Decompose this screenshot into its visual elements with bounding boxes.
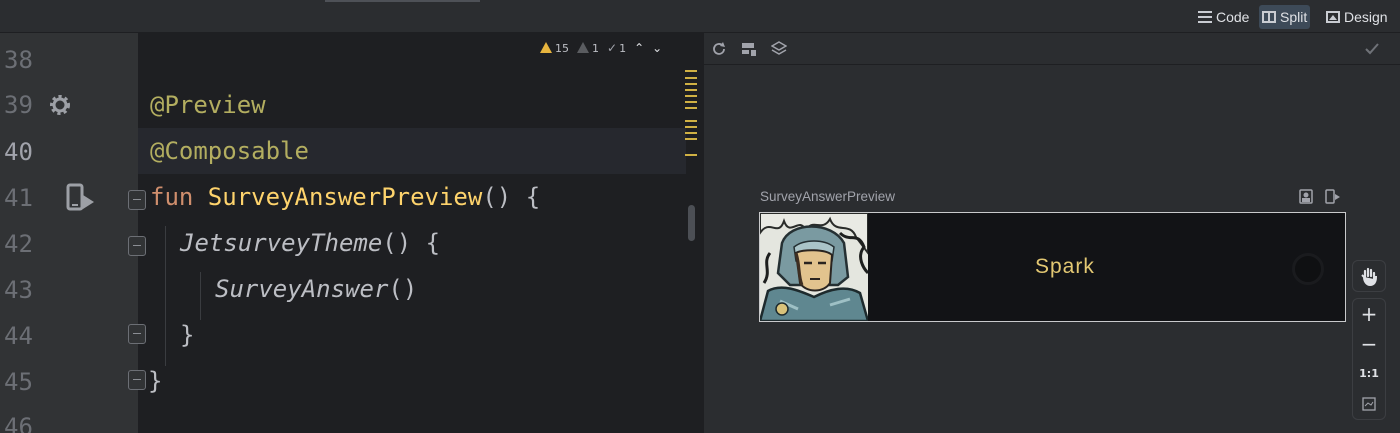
code-line-42[interactable]: JetsurveyTheme() { — [180, 220, 440, 266]
stripe-mark — [685, 126, 697, 128]
stripe-mark — [685, 95, 697, 97]
fold-marker[interactable] — [128, 324, 146, 344]
tab-indicator — [325, 0, 480, 2]
pan-control-group — [1352, 260, 1386, 292]
code-line-43[interactable]: SurveyAnswer() — [215, 266, 417, 312]
stripe-mark — [685, 83, 697, 85]
view-mode-code-label: Code — [1216, 9, 1250, 25]
design-view-icon — [1326, 11, 1340, 23]
layout-icon[interactable] — [741, 41, 757, 57]
zoom-out-button[interactable]: − — [1353, 331, 1385, 357]
typos-count[interactable]: ✓ 1 — [607, 41, 626, 55]
layers-icon[interactable] — [771, 41, 787, 57]
preview-toolbar — [704, 33, 1400, 65]
line-number: 42 — [4, 230, 33, 258]
weak-warnings-count[interactable]: 1 — [577, 41, 599, 55]
refresh-icon[interactable] — [711, 41, 727, 57]
previous-highlight-icon[interactable]: ⌃ — [634, 41, 644, 55]
line-number-current: 40 — [4, 138, 33, 166]
code-punctuation: () { — [382, 229, 441, 257]
code-line-41[interactable]: fun SurveyAnswerPreview() { — [150, 174, 540, 220]
fold-marker[interactable] — [128, 370, 146, 390]
code-punctuation: () — [388, 275, 418, 303]
pan-icon[interactable] — [1361, 267, 1379, 287]
fold-marker[interactable] — [128, 236, 146, 256]
function-call: SurveyAnswer — [215, 275, 389, 303]
split-view-icon — [1262, 11, 1276, 23]
stripe-mark — [685, 138, 697, 140]
line-number: 38 — [4, 46, 33, 74]
view-mode-design-label: Design — [1344, 9, 1388, 25]
error-stripe[interactable] — [685, 70, 699, 170]
stripe-mark — [685, 70, 697, 72]
typo-icon: ✓ — [607, 41, 618, 55]
view-mode-code-button[interactable]: Code — [1195, 5, 1252, 29]
avatar-image — [760, 213, 868, 321]
check-icon[interactable] — [1364, 41, 1380, 57]
view-mode-split-button[interactable]: Split — [1259, 5, 1311, 29]
stripe-mark — [685, 77, 697, 79]
line-number: 41 — [4, 184, 33, 212]
run-preview-icon[interactable] — [66, 182, 96, 214]
zoom-control-group: + − 1:1 — [1352, 298, 1386, 420]
stripe-mark — [685, 154, 697, 156]
editor-top-bar: Code Split Design — [0, 0, 1400, 33]
answer-radio-button[interactable] — [1292, 253, 1324, 285]
line-number: 46 — [4, 413, 33, 433]
preview-title: SurveyAnswerPreview — [760, 189, 896, 204]
stripe-mark — [685, 101, 697, 103]
stripe-mark — [685, 89, 697, 91]
code-line-45[interactable]: } — [148, 358, 162, 404]
weak-warning-icon — [577, 41, 589, 53]
function-name: SurveyAnswerPreview — [207, 183, 483, 211]
inspection-widget[interactable]: 15 1 ✓ 1 ⌃ ⌄ — [540, 40, 662, 56]
line-number: 43 — [4, 276, 33, 304]
code-line-40[interactable]: @Composable — [150, 128, 309, 174]
line-number: 44 — [4, 322, 33, 350]
zoom-actual-size-button[interactable]: 1:1 — [1353, 361, 1385, 387]
deploy-to-device-icon[interactable] — [1325, 189, 1341, 204]
next-highlight-icon[interactable]: ⌄ — [652, 41, 662, 55]
line-number: 45 — [4, 368, 33, 396]
code-line-39[interactable]: @Preview — [150, 82, 266, 128]
function-call: JetsurveyTheme — [180, 229, 383, 257]
indent-guide — [200, 272, 201, 320]
code-view-icon — [1198, 11, 1212, 23]
zoom-in-button[interactable]: + — [1353, 301, 1385, 327]
interactive-mode-icon[interactable] — [1299, 189, 1313, 204]
fit-screen-icon[interactable] — [1362, 397, 1376, 411]
fold-marker[interactable] — [128, 190, 146, 210]
keyword-fun: fun — [150, 183, 208, 211]
answer-label: Spark — [1035, 255, 1095, 278]
editor-scrollbar-thumb[interactable] — [688, 205, 695, 241]
warnings-count[interactable]: 15 — [540, 41, 569, 55]
indent-guide — [165, 226, 166, 366]
line-number: 39 — [4, 91, 33, 119]
view-mode-design-button[interactable]: Design — [1323, 5, 1391, 29]
code-line-44[interactable]: } — [180, 312, 194, 358]
view-mode-split-label: Split — [1280, 9, 1308, 25]
stripe-mark — [685, 120, 697, 122]
stripe-mark — [685, 107, 697, 109]
gear-icon[interactable] — [47, 92, 73, 118]
stripe-mark — [685, 132, 697, 134]
code-punctuation: () { — [482, 183, 541, 211]
survey-answer-card[interactable]: Spark — [759, 212, 1346, 322]
warning-icon — [540, 41, 552, 53]
